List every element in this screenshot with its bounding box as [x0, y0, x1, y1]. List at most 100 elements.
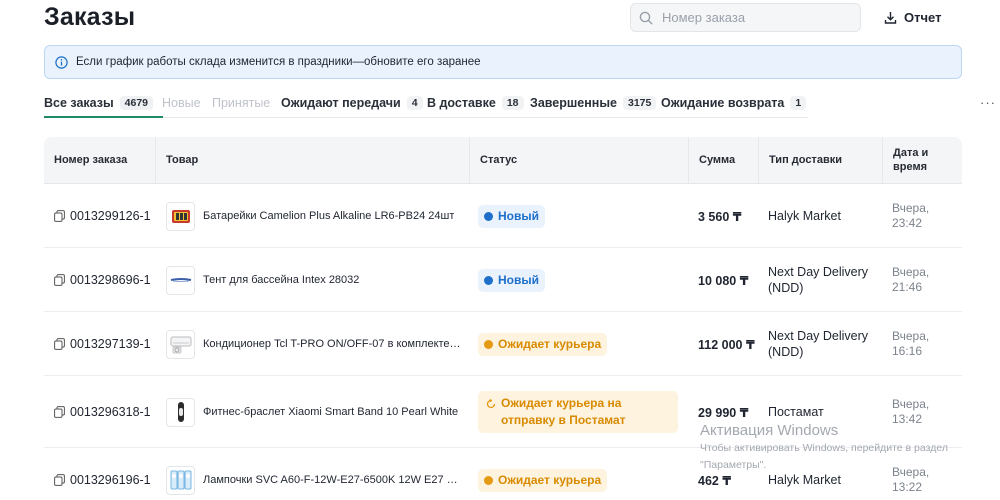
table-row[interactable]: 0013297139-1 Кондиционер Tcl T-PRO ON/OF…: [44, 312, 962, 376]
date-cell: Вчера, 16:16: [892, 329, 930, 358]
status-cell: Ожидает курьера: [478, 312, 688, 376]
tab-awaiting-handover[interactable]: Ожидают передачи 4: [281, 90, 423, 116]
product-cell[interactable]: Тент для бассейна Intex 28032: [166, 248, 466, 312]
product-thumbnail: [166, 329, 195, 359]
refresh-icon: [486, 399, 496, 409]
product-cell[interactable]: Фитнес-браслет Xiaomi Smart Band 10 Pear…: [166, 376, 466, 448]
tab-label: Ожидание возврата: [661, 96, 785, 110]
active-tab-indicator: [44, 116, 163, 118]
product-thumbnail: [166, 397, 195, 427]
report-label: Отчет: [904, 9, 942, 25]
date-cell: Вчера, 21:46: [892, 265, 930, 294]
order-number-cell[interactable]: 0013296196-1: [54, 448, 154, 500]
column-header-delivery[interactable]: Тип доставки: [759, 137, 883, 183]
order-number: 0013298696-1: [70, 272, 151, 287]
status-cell: Новый: [478, 184, 688, 248]
product-thumbnail: [166, 201, 195, 231]
status-badge: Новый: [478, 268, 545, 292]
status-dot-icon: [484, 475, 493, 485]
search-input[interactable]: [662, 10, 852, 25]
status-text: Ожидает курьера: [498, 472, 602, 487]
order-number-cell[interactable]: 0013299126-1: [54, 184, 154, 248]
status-text: Ожидает курьера на отправку в Постамат: [501, 396, 626, 427]
delivery-cell: Next Day Delivery (NDD): [768, 329, 869, 359]
download-icon: [884, 11, 897, 24]
product-cell[interactable]: Лампочки SVC A60-F-12W-E27-6500K 12W E27…: [166, 448, 466, 500]
status-tabs: Все заказы 4679 Новые Принятые Ожидают п…: [44, 86, 995, 118]
status-dot-icon: [484, 211, 493, 221]
order-number: 0013296196-1: [70, 472, 151, 487]
status-cell: Ожидает курьера на отправку в Постамат: [478, 376, 688, 448]
info-icon: [55, 55, 68, 69]
tab-label: Все заказы: [44, 96, 114, 110]
sum-cell: 112 000 ₸: [698, 337, 755, 352]
table-row[interactable]: 0013298696-1 Тент для бассейна Intex 280…: [44, 248, 962, 312]
info-banner: Если график работы склада изменится в пр…: [44, 45, 962, 79]
status-text: Новый: [498, 208, 539, 223]
status-badge: Ожидает курьера на отправку в Постамат: [478, 391, 678, 433]
status-badge: Ожидает курьера: [478, 332, 608, 356]
order-number: 0013299126-1: [70, 208, 151, 223]
tab-count: 1: [790, 96, 807, 110]
column-header-date[interactable]: Дата и время: [883, 137, 962, 183]
tab-completed[interactable]: Завершенные 3175: [530, 90, 657, 116]
report-button[interactable]: Отчет: [884, 7, 941, 27]
delivery-cell: Постамат: [768, 405, 824, 419]
tab-accepted[interactable]: Принятые: [212, 90, 270, 116]
status-cell: Ожидает курьера: [478, 448, 688, 500]
order-number-cell[interactable]: 0013298696-1: [54, 248, 154, 312]
tab-all[interactable]: Все заказы 4679: [44, 90, 154, 116]
column-header-product[interactable]: Товар: [156, 137, 470, 183]
product-cell[interactable]: Кондиционер Tcl T-PRO ON/OFF-07 в компле…: [166, 312, 466, 376]
table-row[interactable]: 0013296318-1 Фитнес-браслет Xiaomi Smart…: [44, 376, 962, 448]
product-name: Батарейки Camelion Plus Alkaline LR6-PB2…: [203, 210, 455, 222]
copy-icon[interactable]: [54, 474, 65, 486]
search-field[interactable]: [630, 3, 861, 32]
copy-icon[interactable]: [54, 338, 65, 350]
tab-label: В доставке: [427, 96, 496, 110]
product-name: Лампочки SVC A60-F-12W-E27-6500K 12W E27…: [203, 474, 463, 486]
tab-label: Принятые: [212, 96, 271, 110]
more-options-button[interactable]: ···: [980, 95, 996, 110]
tab-awaiting-return[interactable]: Ожидание возврата 1: [661, 90, 807, 116]
order-number: 0013297139-1: [70, 336, 151, 351]
status-dot-icon: [484, 275, 493, 285]
copy-icon[interactable]: [54, 406, 65, 418]
date-cell: Вчера, 13:22: [892, 465, 930, 494]
date-cell: Вчера, 23:42: [892, 201, 930, 230]
column-header-number[interactable]: Номер заказа: [44, 137, 156, 183]
delivery-cell: Halyk Market: [768, 209, 841, 223]
product-thumbnail: [166, 465, 195, 495]
sum-cell: 3 560 ₸: [698, 209, 742, 224]
tab-count: 4: [406, 96, 423, 110]
page-title: Заказы: [44, 3, 136, 31]
order-number-cell[interactable]: 0013296318-1: [54, 376, 154, 448]
delivery-cell: Next Day Delivery (NDD): [768, 265, 869, 295]
tab-new[interactable]: Новые: [162, 90, 201, 116]
tab-label: Новые: [162, 96, 201, 110]
product-name: Тент для бассейна Intex 28032: [203, 274, 360, 286]
order-number-cell[interactable]: 0013297139-1: [54, 312, 154, 376]
column-header-sum[interactable]: Сумма: [689, 137, 759, 183]
product-cell[interactable]: Батарейки Camelion Plus Alkaline LR6-PB2…: [166, 184, 466, 248]
tab-label: Ожидают передачи: [281, 96, 401, 110]
product-thumbnail: [166, 265, 195, 295]
status-text: Новый: [498, 272, 539, 287]
copy-icon[interactable]: [54, 210, 65, 222]
tab-in-delivery[interactable]: В доставке 18: [427, 90, 524, 116]
copy-icon[interactable]: [54, 274, 65, 286]
date-cell: Вчера, 13:42: [892, 397, 930, 426]
status-badge: Новый: [478, 204, 545, 228]
search-icon: [639, 11, 653, 25]
sum-cell: 29 990 ₸: [698, 405, 749, 420]
column-header-status[interactable]: Статус: [470, 137, 689, 183]
tab-count: 18: [501, 96, 524, 110]
table-header: Номер заказа Товар Статус Сумма Тип дост…: [44, 137, 962, 184]
table-row[interactable]: 0013296196-1 Лампочки SVC A60-F-12W-E27-…: [44, 448, 962, 500]
status-badge: Ожидает курьера: [478, 468, 608, 492]
delivery-cell: Halyk Market: [768, 473, 841, 487]
product-name: Кондиционер Tcl T-PRO ON/OFF-07 в компле…: [203, 338, 463, 350]
table-row[interactable]: 0013299126-1 Батарейки Camelion Plus Alk…: [44, 184, 962, 248]
status-text: Ожидает курьера: [498, 336, 602, 351]
order-number: 0013296318-1: [70, 404, 151, 419]
